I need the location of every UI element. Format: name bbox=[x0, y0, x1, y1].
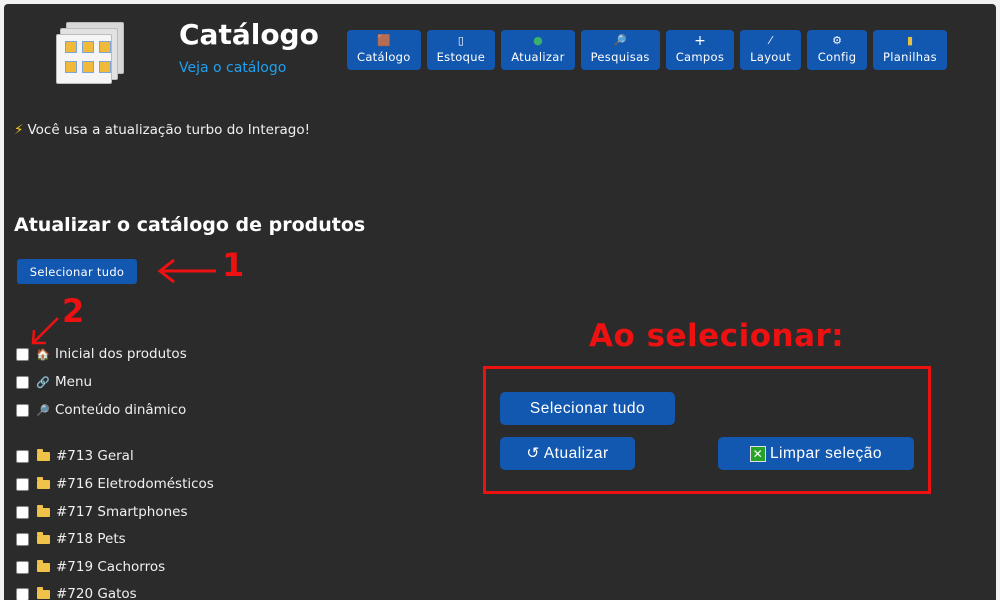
checkbox[interactable] bbox=[16, 403, 29, 417]
list-item: #713 Geral bbox=[16, 448, 134, 464]
toolbar-pesquisas-button[interactable]: 🔎 Pesquisas bbox=[580, 30, 660, 70]
toolbar-planilhas-button[interactable]: ▮ Planilhas bbox=[873, 30, 947, 70]
toolbar-atualizar-button[interactable]: ● Atualizar bbox=[501, 30, 575, 70]
annotation-marker-1: 1 bbox=[222, 246, 245, 284]
toolbar-layout-button[interactable]: ⁄ Layout bbox=[740, 30, 802, 70]
app-window: Catálogo Veja o catálogo 🟫 Catálogo ▯ Es… bbox=[4, 4, 996, 600]
toolbar-config-button[interactable]: ⚙ Config bbox=[807, 30, 868, 70]
x-mark-icon: ✕ bbox=[749, 445, 766, 462]
lightning-icon: ⚡ bbox=[14, 122, 24, 138]
gear-icon: ⚙ bbox=[832, 34, 842, 47]
link-icon: 🔗 bbox=[36, 375, 50, 389]
chart-icon: ▮ bbox=[906, 34, 914, 47]
magnifier-icon: 🔎 bbox=[613, 34, 628, 47]
checkbox[interactable] bbox=[16, 587, 29, 600]
preview-update-button[interactable]: ↺ Atualizar bbox=[500, 437, 635, 470]
checkbox[interactable] bbox=[16, 449, 29, 463]
checkbox[interactable] bbox=[16, 532, 29, 546]
toolbar-catalogo-button[interactable]: 🟫 Catálogo bbox=[347, 30, 421, 70]
annotation-heading: Ao selecionar: bbox=[589, 318, 845, 354]
page-title: Catálogo bbox=[179, 18, 319, 51]
folder-icon bbox=[37, 559, 50, 572]
list-item: #719 Cachorros bbox=[16, 559, 165, 575]
list-item: #720 Gatos bbox=[16, 586, 137, 600]
list-item: 🔎 Conteúdo dinâmico bbox=[16, 402, 186, 418]
turbo-notice: ⚡ Você usa a atualização turbo do Interag… bbox=[14, 122, 311, 138]
annotation-marker-2: 2 bbox=[62, 292, 85, 330]
brush-icon: ⁄ bbox=[769, 34, 772, 47]
catalog-logo bbox=[56, 22, 126, 84]
checkbox[interactable] bbox=[16, 347, 29, 361]
folder-icon bbox=[37, 531, 50, 544]
section-title: Atualizar o catálogo de produtos bbox=[14, 214, 366, 236]
folder-icon bbox=[37, 476, 50, 489]
folder-icon bbox=[37, 504, 50, 517]
list-item: #717 Smartphones bbox=[16, 504, 188, 520]
plus-icon: + bbox=[694, 33, 706, 49]
annotation-frame bbox=[483, 366, 931, 494]
checkbox[interactable] bbox=[16, 505, 29, 519]
clipboard-icon: ▯ bbox=[457, 34, 464, 47]
select-all-button[interactable]: Selecionar tudo bbox=[17, 259, 137, 284]
toolbar-campos-button[interactable]: + Campos bbox=[665, 30, 735, 70]
list-item: #718 Pets bbox=[16, 531, 126, 547]
magnifier-icon: 🔎 bbox=[36, 403, 50, 417]
house-icon: 🏠 bbox=[36, 347, 50, 361]
toolbar-estoque-button[interactable]: ▯ Estoque bbox=[426, 30, 496, 70]
list-item: 🔗 Menu bbox=[16, 374, 92, 390]
globe-icon: ● bbox=[533, 34, 543, 47]
list-item: #716 Eletrodomésticos bbox=[16, 476, 214, 492]
checkbox[interactable] bbox=[16, 375, 29, 389]
preview-select-all-button[interactable]: Selecionar tudo bbox=[500, 392, 675, 425]
box-icon: 🟫 bbox=[376, 34, 391, 47]
annotation-arrow-2 bbox=[31, 317, 59, 345]
folder-icon bbox=[37, 586, 50, 599]
checkbox[interactable] bbox=[16, 560, 29, 574]
list-item: 🏠 Inicial dos produtos bbox=[16, 346, 187, 362]
preview-clear-selection-button[interactable]: ✕ Limpar seleção bbox=[718, 437, 914, 470]
main-toolbar: 🟫 Catálogo ▯ Estoque ● Atualizar 🔎 Pesqu… bbox=[347, 30, 947, 70]
folder-icon bbox=[37, 448, 50, 461]
checkbox[interactable] bbox=[16, 477, 29, 491]
view-catalog-link[interactable]: Veja o catálogo bbox=[179, 60, 286, 76]
